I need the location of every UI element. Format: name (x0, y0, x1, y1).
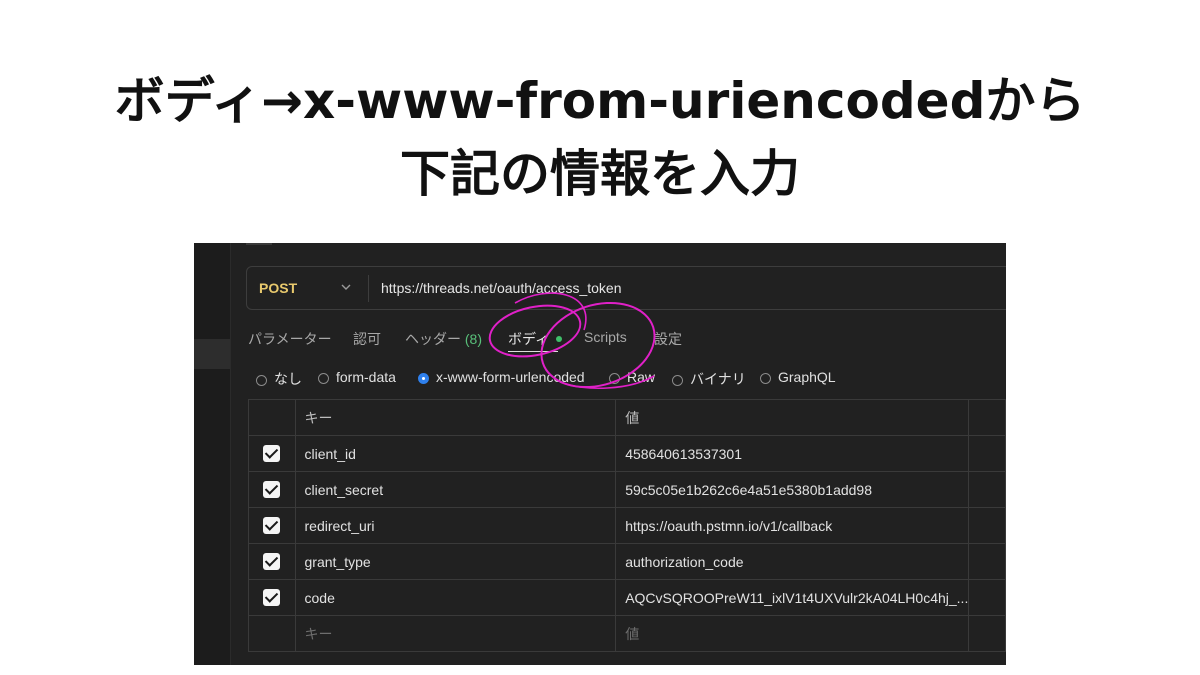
value-text: authorization_code (625, 553, 744, 570)
table-header-row: キー 値 (248, 399, 1006, 436)
tab-scripts[interactable]: Scripts (584, 329, 627, 345)
value-cell[interactable]: authorization_code (615, 543, 970, 580)
extra-cell (968, 543, 1006, 580)
radio-urlencoded[interactable]: x-www-form-urlencoded (418, 369, 585, 385)
key-cell[interactable]: redirect_uri (294, 507, 617, 544)
header-value: 値 (615, 399, 970, 436)
radio-graphql[interactable]: GraphQL (760, 369, 836, 385)
radio-selected-icon (418, 373, 429, 384)
key-input[interactable]: キー (294, 615, 617, 652)
tab-body[interactable]: ボディ (508, 329, 563, 349)
tab-auth[interactable]: 認可 (353, 329, 381, 349)
tab-settings[interactable]: 設定 (654, 329, 682, 349)
radio-binary[interactable]: バイナリ (672, 369, 746, 389)
value-cell[interactable]: https://oauth.pstmn.io/v1/callback (615, 507, 970, 544)
radio-icon (318, 373, 329, 384)
row-checkbox-cell (248, 435, 296, 472)
row-checkbox-cell (248, 579, 296, 616)
key-cell[interactable]: code (294, 579, 617, 616)
value-text: AQCvSQROOPreW11_ixlV1t4UXVulr2kA04LH0c4h… (625, 589, 969, 606)
radio-label: GraphQL (778, 369, 836, 385)
checkbox-checked[interactable] (263, 553, 281, 571)
key-cell[interactable]: grant_type (294, 543, 617, 580)
row-checkbox-cell (248, 507, 296, 544)
radio-label: x-www-form-urlencoded (436, 369, 585, 385)
header-key-label: キー (304, 409, 333, 426)
key-text: client_secret (304, 481, 384, 498)
header-count-badge: (8) (464, 331, 483, 347)
url-input[interactable]: https://threads.net/oauth/access_token (381, 280, 622, 296)
checkbox-checked[interactable] (263, 445, 281, 463)
value-cell[interactable]: 59c5c05e1b262c6e4a51e5380b1add98 (615, 471, 970, 508)
tab-body-label: ボディ (508, 331, 550, 347)
active-dot-icon (556, 336, 563, 342)
extra-cell (968, 615, 1006, 652)
header-extra (968, 399, 1006, 436)
radio-form-data[interactable]: form-data (318, 369, 396, 385)
key-cell[interactable]: client_id (294, 435, 617, 472)
checkbox-checked[interactable] (263, 517, 281, 535)
radio-icon (256, 375, 267, 386)
row-checkbox-cell (248, 471, 296, 508)
table-row: client_id 458640613537301 (248, 435, 1006, 472)
postman-screenshot: POST https://threads.net/oauth/access_to… (194, 243, 1006, 665)
radio-label: バイナリ (690, 371, 746, 387)
header-key: キー (294, 399, 617, 436)
request-url-bar: POST https://threads.net/oauth/access_to… (246, 266, 1006, 310)
headline-line-1: ボディ→x-www-from-uriencodedから (114, 72, 1086, 130)
value-text: https://oauth.pstmn.io/v1/callback (625, 517, 833, 534)
key-cell[interactable]: client_secret (294, 471, 617, 508)
table-new-row: キー 値 (248, 615, 1006, 652)
key-text: client_id (304, 445, 356, 462)
tab-headers-label: ヘッダー (405, 331, 461, 347)
method-select[interactable]: POST (259, 280, 297, 296)
radio-icon (609, 373, 620, 384)
checkbox-checked[interactable] (263, 481, 281, 499)
value-cell[interactable]: AQCvSQROOPreW11_ixlV1t4UXVulr2kA04LH0c4h… (615, 579, 970, 616)
table-row: grant_type authorization_code (248, 543, 1006, 580)
table-row: code AQCvSQROOPreW11_ixlV1t4UXVulr2kA04L… (248, 579, 1006, 616)
row-checkbox-cell (248, 615, 296, 652)
sidebar-selected-item[interactable] (194, 339, 230, 369)
key-text: redirect_uri (304, 517, 375, 534)
radio-icon (672, 375, 683, 386)
extra-cell (968, 579, 1006, 616)
sidebar-gutter (194, 243, 231, 665)
checkbox-checked[interactable] (263, 589, 281, 607)
radio-label: Raw (627, 369, 656, 385)
extra-cell (968, 435, 1006, 472)
url-divider (368, 275, 369, 302)
chevron-down-icon[interactable] (339, 279, 353, 295)
value-input[interactable]: 値 (615, 615, 970, 652)
tab-edge (246, 243, 272, 245)
radio-icon (760, 373, 771, 384)
radio-none[interactable]: なし (256, 369, 302, 389)
tab-params[interactable]: パラメーター (248, 329, 332, 349)
value-cell[interactable]: 458640613537301 (615, 435, 970, 472)
headline-line-2: 下記の情報を入力 (400, 145, 800, 203)
extra-cell (968, 471, 1006, 508)
radio-label: なし (274, 371, 302, 387)
table-row: client_secret 59c5c05e1b262c6e4a51e5380b… (248, 471, 1006, 508)
body-params-table: キー 値 client_id 458640613537301 client_se… (248, 399, 1006, 652)
tab-headers[interactable]: ヘッダー (8) (405, 329, 482, 349)
table-row: redirect_uri https://oauth.pstmn.io/v1/c… (248, 507, 1006, 544)
value-text: 458640613537301 (625, 445, 742, 462)
extra-cell (968, 507, 1006, 544)
key-text: grant_type (304, 553, 371, 570)
radio-raw[interactable]: Raw (609, 369, 655, 385)
active-tab-underline (508, 351, 558, 352)
key-text: code (304, 589, 335, 606)
key-placeholder: キー (304, 625, 333, 642)
header-value-label: 値 (625, 409, 640, 426)
radio-label: form-data (336, 369, 396, 385)
value-placeholder: 値 (625, 625, 640, 642)
header-checkbox-cell (248, 399, 296, 436)
value-text: 59c5c05e1b262c6e4a51e5380b1add98 (625, 481, 873, 498)
row-checkbox-cell (248, 543, 296, 580)
